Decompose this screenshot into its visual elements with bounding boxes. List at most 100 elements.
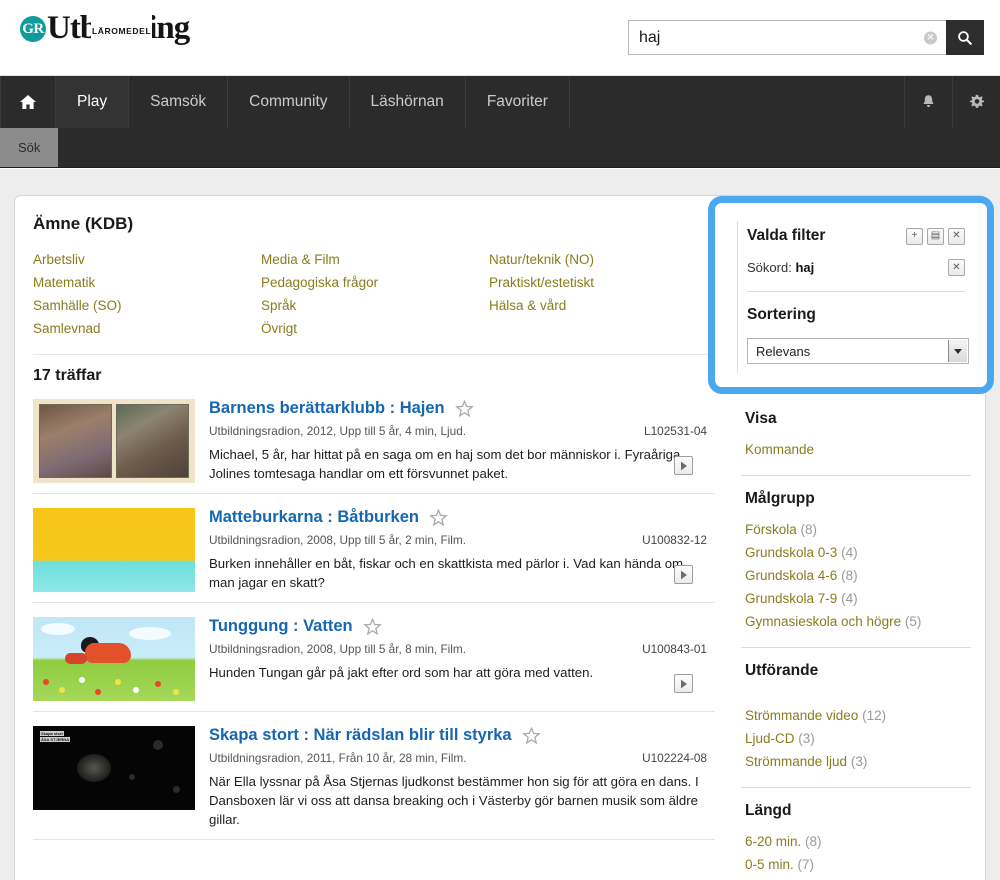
- clear-filters-button[interactable]: ✕: [948, 227, 965, 245]
- callout-divider: [747, 291, 965, 292]
- subject-link-matematik[interactable]: Matematik: [33, 271, 261, 294]
- home-icon: [20, 95, 36, 109]
- facet-count: (8): [800, 522, 818, 537]
- facet-title-utforande: Utförande: [745, 662, 819, 679]
- result-info: Barnens berättarklubb : Hajen Utbildning…: [195, 399, 715, 483]
- result-title[interactable]: Tunggung : Vatten: [209, 617, 353, 636]
- facet-strommande-video[interactable]: Strömmande video (12): [745, 704, 971, 727]
- remove-keyword-filter-button[interactable]: ✕: [948, 259, 965, 276]
- result-thumbnail[interactable]: [33, 508, 195, 592]
- bell-icon: [923, 95, 934, 108]
- sidebar-divider: [741, 475, 971, 476]
- sidebar-divider: [741, 647, 971, 648]
- sidebar-divider: [741, 787, 971, 788]
- facet-grundskola-4-6[interactable]: Grundskola 4-6 (8): [745, 564, 971, 587]
- subject-column-3: Natur/teknik (NO) Praktiskt/estetiskt Hä…: [489, 248, 717, 340]
- sort-title: Sortering: [747, 306, 816, 323]
- facet-label: Grundskola 4-6: [745, 568, 838, 583]
- facet-forskola[interactable]: Förskola (8): [745, 518, 971, 541]
- play-button[interactable]: [674, 456, 693, 475]
- star-outline-icon[interactable]: [429, 508, 448, 527]
- subject-link-arbetsliv[interactable]: Arbetsliv: [33, 248, 261, 271]
- facet-strommande-ljud[interactable]: Strömmande ljud (3): [745, 750, 971, 773]
- subject-link-pedagogiska-fragor[interactable]: Pedagogiska frågor: [261, 271, 489, 294]
- subject-link-ovrigt[interactable]: Övrigt: [261, 317, 489, 340]
- result-meta: Utbildningsradion, 2011, Från 10 år, 28 …: [209, 751, 467, 765]
- nav-item-community[interactable]: Community: [228, 76, 350, 128]
- child-photo-left: [39, 404, 112, 478]
- facet-title-visa: Visa: [745, 410, 777, 427]
- nav-item-lashornan[interactable]: Läshörnan: [350, 76, 466, 128]
- result-info: Matteburkarna : Båtburken Utbildningsrad…: [195, 508, 715, 592]
- facet-count: (3): [798, 731, 815, 746]
- table-row[interactable]: Skapa stort ÅSA STJERNA Skapa stort : När…: [33, 712, 715, 840]
- result-meta: Utbildningsradion, 2008, Upp till 5 år, …: [209, 642, 467, 656]
- facet-count: (3): [850, 754, 868, 769]
- result-thumbnail[interactable]: Skapa stort ÅSA STJERNA: [33, 726, 195, 810]
- nav-item-samsok[interactable]: Samsök: [129, 76, 229, 128]
- result-meta-row: Utbildningsradion, 2012, Upp till 5 år, …: [209, 424, 715, 438]
- notifications-button[interactable]: [904, 76, 952, 128]
- facet-grundskola-0-3[interactable]: Grundskola 0-3 (4): [745, 541, 971, 564]
- play-button[interactable]: [674, 565, 693, 584]
- facet-title-langd: Längd: [745, 802, 792, 819]
- table-row[interactable]: Tunggung : Vatten Utbildningsradion, 200…: [33, 603, 715, 712]
- clear-circle-icon[interactable]: ✕: [924, 31, 937, 44]
- nav-item-play[interactable]: Play: [56, 76, 130, 128]
- save-filter-button[interactable]: ▤: [927, 227, 944, 245]
- star-outline-icon[interactable]: [454, 399, 474, 418]
- facet-label: Gymnasieskola och högre: [745, 614, 902, 629]
- result-title[interactable]: Matteburkarna : Båtburken: [209, 508, 419, 527]
- facet-ljud-cd[interactable]: Ljud-CD (3): [745, 727, 971, 750]
- subject-link-natur-teknik[interactable]: Natur/teknik (NO): [489, 248, 717, 271]
- subnav-item-sok[interactable]: Sök: [0, 128, 59, 167]
- filter-action-buttons: + ▤ ✕: [906, 227, 965, 245]
- table-row[interactable]: Barnens berättarklubb : Hajen Utbildning…: [33, 385, 715, 494]
- facet-count: (4): [841, 591, 858, 606]
- subject-link-samhalle[interactable]: Samhälle (SO): [33, 294, 261, 317]
- star-outline-icon[interactable]: [362, 617, 382, 636]
- settings-button[interactable]: [952, 76, 1000, 128]
- facet-kommande[interactable]: Kommande: [745, 438, 971, 461]
- play-button[interactable]: [674, 674, 693, 693]
- results-list: Barnens berättarklubb : Hajen Utbildning…: [15, 385, 715, 840]
- facet-0-5-min[interactable]: 0-5 min. (7): [745, 853, 971, 876]
- result-thumbnail[interactable]: [33, 399, 195, 483]
- subject-link-sprak[interactable]: Språk: [261, 294, 489, 317]
- facet-gymnasieskola[interactable]: Gymnasieskola och högre (5): [745, 610, 971, 633]
- star-outline-icon[interactable]: [521, 726, 541, 745]
- facet-grundskola-7-9[interactable]: Grundskola 7-9 (4): [745, 587, 971, 610]
- result-code: L102531-04: [644, 424, 707, 438]
- subject-link-halsa-vard[interactable]: Hälsa & vård: [489, 294, 717, 317]
- subject-link-samlevnad[interactable]: Samlevnad: [33, 317, 261, 340]
- active-filter-row: Sökord: haj ✕: [747, 259, 965, 276]
- facet-count: (5): [904, 614, 922, 629]
- play-icon: [680, 570, 687, 579]
- site-logo[interactable]: GR Utbildning LÄROMEDEL: [20, 12, 190, 48]
- search-button[interactable]: [946, 20, 984, 55]
- selected-filters-header: Valda filter + ▤ ✕: [747, 227, 965, 245]
- nav-item-favoriter[interactable]: Favoriter: [466, 76, 570, 128]
- result-title[interactable]: Barnens berättarklubb : Hajen: [209, 399, 445, 418]
- facet-count: (4): [841, 545, 858, 560]
- nav-item-home[interactable]: [0, 76, 56, 128]
- facet-count: (8): [841, 568, 858, 583]
- facet-label: Grundskola 0-3: [745, 545, 838, 560]
- result-title-row: Matteburkarna : Båtburken: [209, 508, 715, 527]
- facet-section-malgrupp: Målgrupp Förskola (8) Grundskola 0-3 (4)…: [741, 490, 971, 633]
- subject-link-praktiskt-estetiskt[interactable]: Praktiskt/estetiskt: [489, 271, 717, 294]
- result-title[interactable]: Skapa stort : När rädslan blir till styr…: [209, 726, 512, 745]
- facet-label: Förskola: [745, 522, 797, 537]
- subject-link-media-film[interactable]: Media & Film: [261, 248, 489, 271]
- result-description: När Ella lyssnar på Åsa Stjernas ljudkon…: [209, 774, 699, 827]
- result-thumbnail[interactable]: [33, 617, 195, 701]
- facet-6-20-min[interactable]: 6-20 min. (8): [745, 830, 971, 853]
- sort-select[interactable]: Relevans: [747, 338, 969, 364]
- chevron-down-icon[interactable]: [948, 340, 967, 362]
- logo-subtitle: LÄROMEDEL: [91, 15, 153, 48]
- add-filter-button[interactable]: +: [906, 227, 923, 245]
- selected-filters-callout: Valda filter + ▤ ✕ Sökord: haj ✕ Sorteri…: [708, 196, 994, 394]
- table-row[interactable]: Matteburkarna : Båtburken Utbildningsrad…: [33, 494, 715, 603]
- facet-section-visa: Visa Kommande: [741, 410, 971, 461]
- search-input[interactable]: [629, 21, 946, 54]
